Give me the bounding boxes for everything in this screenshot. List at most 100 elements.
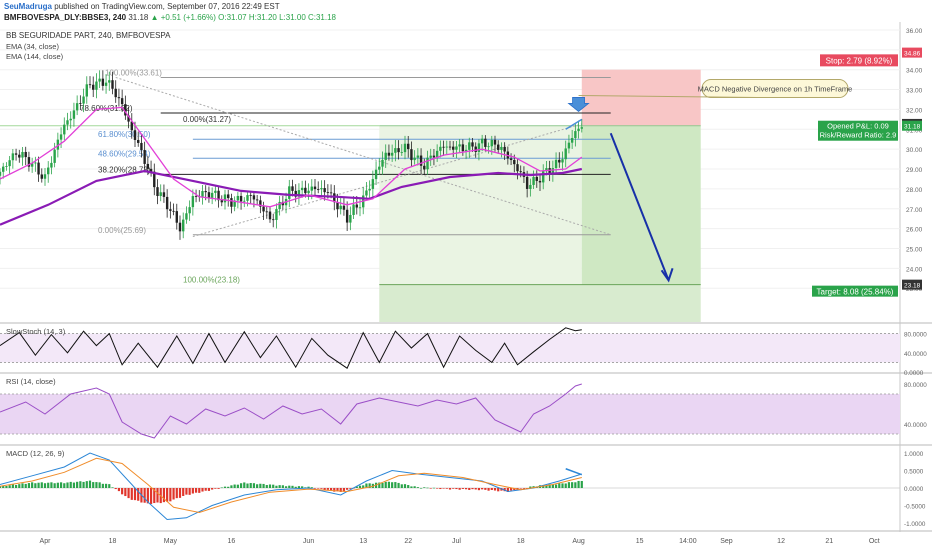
target-band <box>379 284 701 322</box>
candle-body <box>307 190 310 194</box>
stop-label: Stop: 2.79 (8.92%) <box>826 56 893 65</box>
macd-histogram-bar <box>14 484 18 488</box>
macd-histogram-bar <box>34 483 37 488</box>
candle-body <box>98 78 101 82</box>
price-badge: 23.18 <box>904 283 921 290</box>
candle-body <box>452 146 455 150</box>
candle-body <box>558 159 561 163</box>
candle-body <box>143 150 146 164</box>
candle-body <box>120 98 124 105</box>
candle-body <box>403 143 407 153</box>
time-tick-label: Jul <box>452 538 461 545</box>
macd-histogram-bar <box>121 488 124 495</box>
macd-histogram-bar <box>387 481 391 488</box>
chart-canvas[interactable]: 100.00%(33.61)78.60%(31.82)0.00%(31.27)6… <box>0 0 932 550</box>
macd-tick-label: 0.5000 <box>904 469 924 476</box>
macd-histogram-bar <box>262 483 265 488</box>
candle-body <box>426 157 429 170</box>
candle-body <box>146 163 150 169</box>
time-tick-label: Aug <box>572 538 585 545</box>
stoch-tick-label: 40.0000 <box>904 351 927 358</box>
candle-body <box>24 151 27 158</box>
macd-histogram-bar <box>265 484 268 488</box>
macd-histogram-bar <box>66 482 69 488</box>
macd-histogram-bar <box>95 482 98 488</box>
price-tick-label: 25.00 <box>906 246 923 253</box>
candle-body <box>387 152 391 156</box>
macd-histogram-bar <box>201 488 204 492</box>
macd-histogram-bar <box>484 488 487 490</box>
candle-body <box>394 148 397 153</box>
macd-histogram-bar <box>326 488 329 490</box>
macd-histogram-bar <box>268 484 272 488</box>
macd-histogram-bar <box>40 482 43 488</box>
candle-body <box>88 84 92 86</box>
indicator-label: EMA (34, close) <box>6 42 59 51</box>
candle-body <box>239 195 243 202</box>
time-tick-label: Oct <box>869 538 880 545</box>
macd-histogram-bar <box>56 482 59 488</box>
macd-histogram-bar <box>72 482 76 488</box>
macd-histogram-bar <box>69 481 72 488</box>
candle-body <box>227 194 230 199</box>
stop-zone <box>581 69 701 126</box>
candle-body <box>182 219 185 232</box>
macd-histogram-bar <box>291 485 294 488</box>
rr-label: Risk/Reward Ratio: 2.9 <box>820 131 897 140</box>
candle-body <box>461 144 465 152</box>
macd-tick-label: -0.5000 <box>904 504 926 511</box>
macd-histogram-bar <box>256 484 259 488</box>
candle-body <box>445 146 448 148</box>
candle-body <box>419 155 423 166</box>
candle-body <box>111 80 114 89</box>
candle-body <box>487 146 490 148</box>
candle-body <box>104 82 108 86</box>
candle-body <box>178 222 182 232</box>
time-tick-label: Apr <box>40 538 52 545</box>
candle-body <box>574 131 577 138</box>
macd-histogram-bar <box>82 481 85 488</box>
candle-body <box>275 209 278 220</box>
macd-histogram-bar <box>259 483 262 488</box>
price-badge: 31.18 <box>904 124 921 131</box>
macd-histogram-bar <box>468 488 471 490</box>
price-tick-label: 24.00 <box>906 266 923 273</box>
candle-body <box>69 118 72 121</box>
candle-body <box>480 138 484 144</box>
candle-body <box>210 192 214 198</box>
candle-body <box>538 180 542 183</box>
macd-histogram-bar <box>471 488 474 490</box>
macd-histogram-bar <box>27 483 31 488</box>
candle-body <box>0 171 2 176</box>
macd-histogram-bar <box>474 488 477 490</box>
macd-histogram-bar <box>397 482 400 488</box>
candle-body <box>188 207 191 214</box>
macd-histogram-bar <box>493 488 497 491</box>
candle-body <box>400 152 403 153</box>
candle-body <box>66 120 69 125</box>
candle-body <box>390 152 394 156</box>
macd-histogram-bar <box>432 487 436 489</box>
candle-body <box>5 166 8 167</box>
macd-histogram-bar <box>313 488 317 489</box>
macd-histogram-bar <box>92 482 95 488</box>
macd-histogram-bar <box>79 481 82 488</box>
macd-histogram-bar <box>564 483 567 488</box>
candle-body <box>339 205 342 210</box>
candle-body <box>265 211 268 213</box>
macd-histogram-bar <box>21 483 24 488</box>
candle-body <box>477 143 481 152</box>
macd-histogram-bar <box>249 483 252 488</box>
candle-body <box>416 155 420 158</box>
macd-histogram-bar <box>294 486 297 488</box>
candle-body <box>201 191 204 197</box>
macd-histogram-bar <box>445 488 448 489</box>
candle-body <box>108 80 111 83</box>
time-tick-label: 12 <box>777 538 785 545</box>
candle-body <box>117 97 121 99</box>
macd-histogram-bar <box>419 487 423 489</box>
candle-body <box>529 184 532 189</box>
macd-histogram-bar <box>207 488 211 491</box>
macd-histogram-bar <box>252 483 256 488</box>
macd-histogram-bar <box>211 488 214 490</box>
